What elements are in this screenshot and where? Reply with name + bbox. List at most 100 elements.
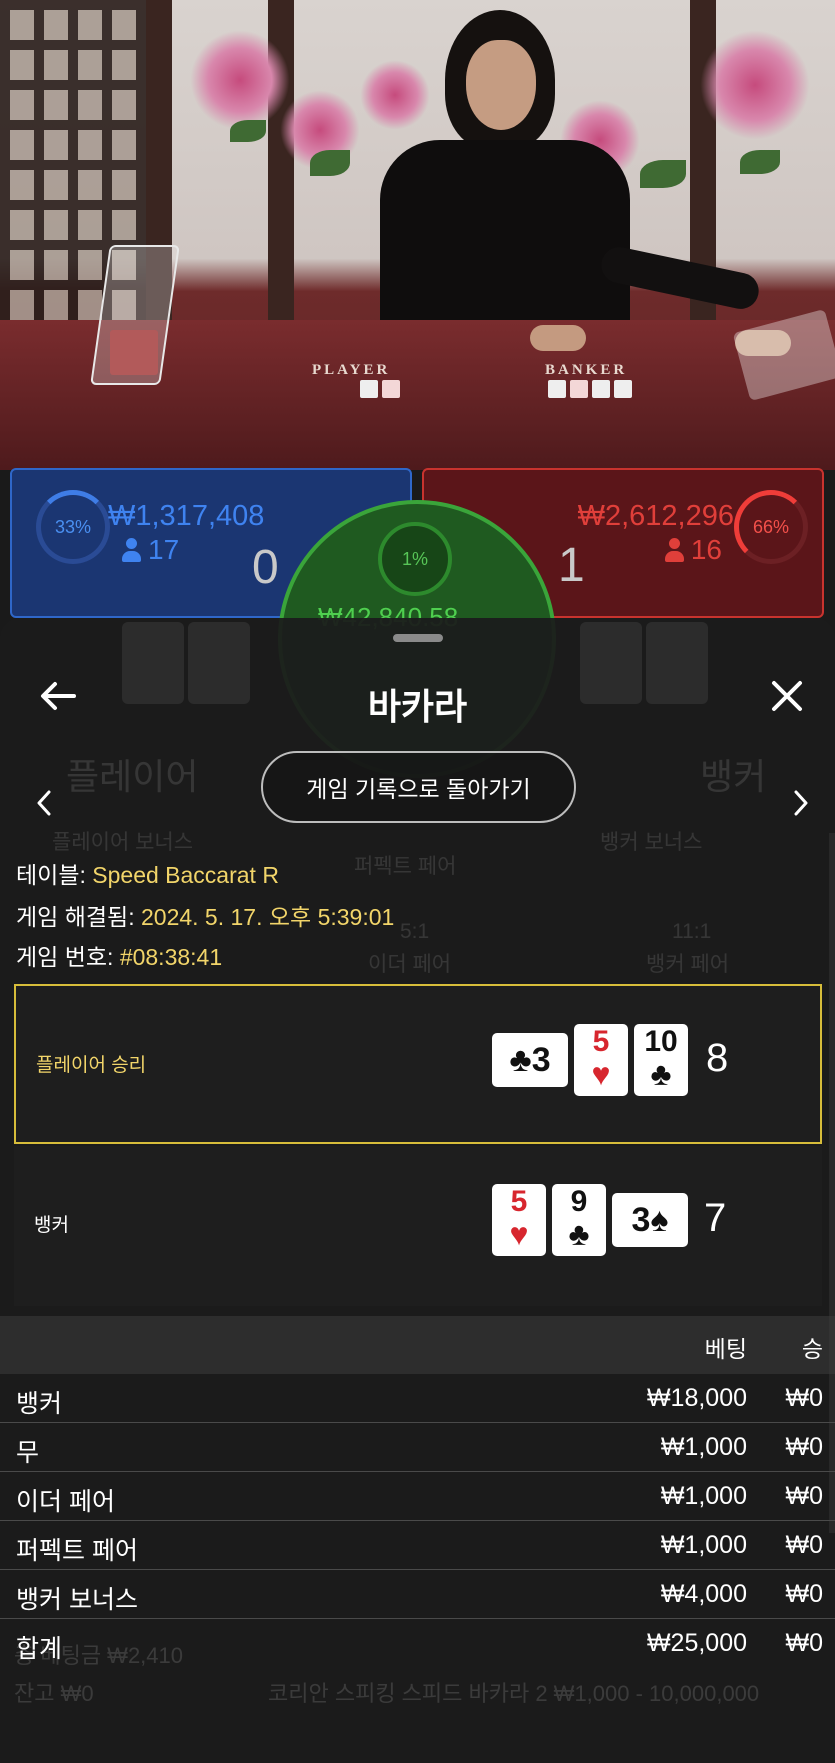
ghost-balance: 잔고 ₩0 <box>14 1681 94 1706</box>
ghost-player-bonus: 플레이어 보너스 <box>52 831 194 854</box>
flower-decoration <box>700 30 810 140</box>
card-suit: ♣ <box>650 1056 672 1092</box>
card-rank: 3 <box>531 1041 551 1079</box>
card-rank: 5 <box>510 1185 528 1218</box>
bet-total-label: 합계 <box>16 1635 63 1663</box>
card-suit: ♠ <box>650 1201 669 1239</box>
playing-card: 10 ♣ <box>634 1024 688 1096</box>
playing-card: 5 ♥ <box>492 1184 546 1256</box>
table-info-label: 테이블: <box>16 862 93 888</box>
bet-amount: ₩1,000 <box>660 1482 747 1510</box>
back-to-history-button[interactable]: 게임 기록으로 돌아가기 <box>261 751 576 823</box>
bet-column-header: 베팅 <box>704 1336 747 1362</box>
sheet-title: 바카라 <box>367 686 468 727</box>
player-percent-ring: 33% <box>36 490 110 564</box>
playing-card: ♣3 <box>492 1033 568 1087</box>
bet-name: 퍼펙트 페어 <box>16 1537 138 1565</box>
bet-name: 뱅커 보너스 <box>16 1586 138 1614</box>
banker-hand-result: 뱅커 5 ♥ 9 ♣ 3♠ 7 <box>14 1146 822 1306</box>
user-icon <box>664 538 684 562</box>
banker-percent: 66% <box>752 516 790 537</box>
playing-card: 3♠ <box>612 1193 688 1247</box>
playing-card: 5 ♥ <box>574 1024 628 1096</box>
ghost-player-label: 플레이어 <box>66 756 199 797</box>
card-stack <box>110 330 158 375</box>
resolved-info-label: 게임 해결됨: <box>16 904 141 930</box>
banker-hand-label: 뱅커 <box>34 1215 69 1236</box>
bet-amount: ₩18,000 <box>646 1384 747 1412</box>
card-suit: ♣ <box>568 1216 590 1252</box>
bet-row: 무 ₩1,000 ₩0 <box>0 1423 835 1472</box>
player-score: 0 <box>252 541 279 594</box>
previous-round-button[interactable] <box>24 768 64 838</box>
user-icon <box>122 538 141 562</box>
card-rank: 3 <box>631 1201 651 1239</box>
game-history-sheet: 플레이어 뱅커 플레이어 보너스 퍼펙트 페어 뱅커 보너스 5:1 이더 페어… <box>0 618 835 1763</box>
bet-row: 이더 페어 ₩1,000 ₩0 <box>0 1472 835 1521</box>
card-suit: ♥ <box>591 1056 611 1092</box>
card-suit: ♥ <box>509 1216 529 1252</box>
ghost-either-odds: 5:1 <box>400 920 430 943</box>
player-hand-total: 8 <box>706 1036 729 1080</box>
banker-bettor-number: 16 <box>690 534 722 565</box>
bet-name: 무 <box>16 1439 40 1467</box>
close-icon <box>772 681 802 711</box>
dealt-card <box>614 380 632 398</box>
playing-card: 9 ♣ <box>552 1184 606 1256</box>
banker-score: 1 <box>558 539 585 592</box>
close-button[interactable] <box>757 666 817 726</box>
sheet-drag-handle[interactable] <box>393 634 443 642</box>
card-rank: 5 <box>592 1025 610 1058</box>
round-info-label: 게임 번호: <box>16 944 120 970</box>
table-info-value: Speed Baccarat R <box>92 862 279 888</box>
banker-hand-total: 7 <box>704 1196 727 1240</box>
tie-percent-ring: 1% <box>378 522 452 596</box>
ghost-perfect-pair: 퍼펙트 페어 <box>354 855 457 878</box>
flower-decoration <box>190 30 290 130</box>
round-info: 게임 번호: #08:38:41 <box>16 938 222 972</box>
ghost-either-pair: 이더 페어 <box>368 953 452 976</box>
win-amount: ₩0 <box>785 1384 824 1412</box>
player-hand-label: 플레이어 승리 <box>36 1055 147 1076</box>
felt-player-label: PLAYER <box>312 362 391 378</box>
ghost-banker-label: 뱅커 <box>700 756 767 797</box>
card-rank: 9 <box>570 1185 588 1218</box>
player-bettor-count: 17 <box>122 534 179 566</box>
resolved-info: 게임 해결됨: 2024. 5. 17. 오후 5:39:01 <box>16 898 394 932</box>
banker-bettor-count: 16 <box>664 534 722 566</box>
banker-total-amount: ₩2,612,296 <box>577 500 734 532</box>
dealt-card <box>570 380 588 398</box>
leaf-decoration <box>230 120 266 142</box>
win-column-header: 승 <box>801 1336 823 1362</box>
dealer-hand <box>530 325 586 351</box>
bet-amount: ₩1,000 <box>660 1531 747 1559</box>
bet-row: 뱅커 ₩18,000 ₩0 <box>0 1374 835 1423</box>
dealer-body <box>380 140 630 340</box>
win-amount: ₩0 <box>785 1580 824 1608</box>
win-amount: ₩0 <box>785 1433 824 1461</box>
win-total-amount: ₩0 <box>785 1629 824 1657</box>
chevron-left-icon <box>37 790 51 816</box>
player-bettor-number: 17 <box>148 534 180 565</box>
bet-amount: ₩4,000 <box>660 1580 747 1608</box>
table-info: 테이블: Speed Baccarat R <box>16 856 279 890</box>
next-round-button[interactable] <box>781 768 821 838</box>
bet-amount: ₩1,000 <box>660 1433 747 1461</box>
leaf-decoration <box>310 150 350 176</box>
player-hand-result: 플레이어 승리 ♣3 5 ♥ 10 ♣ 8 <box>14 984 822 1144</box>
dealer-face <box>466 40 536 130</box>
ghost-banker-odds: 11:1 <box>672 920 712 943</box>
ghost-banker-pair: 뱅커 페어 <box>646 953 730 976</box>
leaf-decoration <box>640 160 686 188</box>
chevron-right-icon <box>794 790 808 816</box>
felt-banker-label: BANKER <box>545 362 628 378</box>
bets-table-header: 베팅 승 <box>0 1316 835 1374</box>
player-percent: 33% <box>54 516 92 537</box>
dealt-card <box>592 380 610 398</box>
resolved-info-value: 2024. 5. 17. 오후 5:39:01 <box>140 904 395 930</box>
round-info-value: #08:38:41 <box>119 944 223 970</box>
live-video-feed: PLAYER BANKER <box>0 0 835 470</box>
dealt-card <box>360 380 378 398</box>
bet-name: 뱅커 <box>16 1390 63 1418</box>
bet-total-amount: ₩25,000 <box>646 1629 747 1657</box>
